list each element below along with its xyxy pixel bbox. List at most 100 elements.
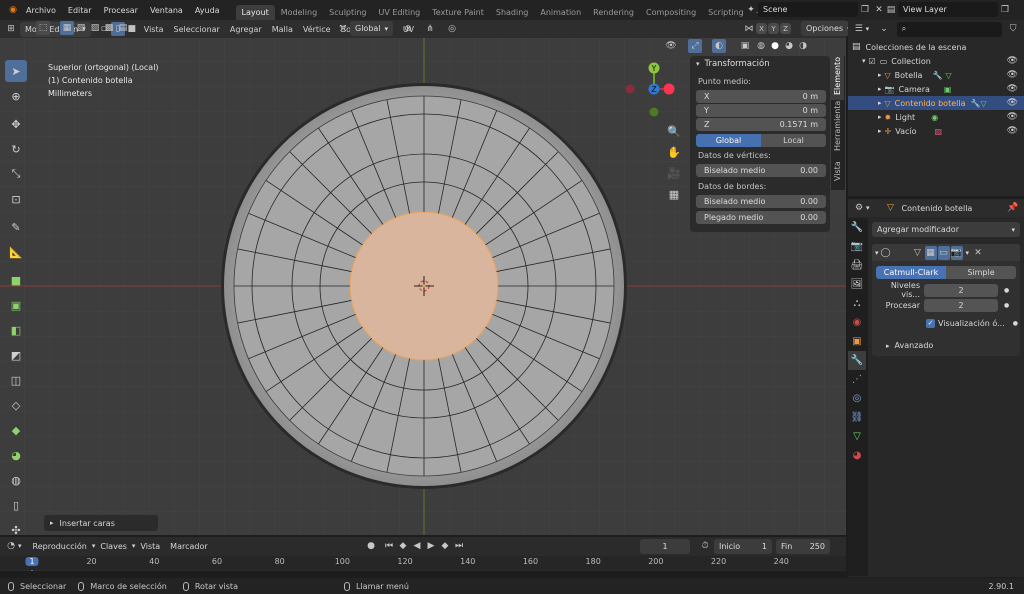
jump-end-icon[interactable]: ⏭ (452, 539, 466, 553)
tab-texture-paint[interactable]: Texture Paint (426, 5, 490, 20)
keyframe-dot-icon[interactable]: ● (1004, 287, 1009, 294)
wireframe-shading-icon[interactable]: ◍ (754, 39, 768, 53)
play-icon[interactable]: ▶ (424, 539, 438, 553)
tab-shading[interactable]: Shading (490, 5, 535, 20)
menu-ventana[interactable]: Ventana (144, 6, 189, 15)
view-layer-tab-icon[interactable]: 🖼 (848, 275, 866, 294)
menu-vertice[interactable]: Vértice (298, 25, 336, 34)
outliner-item-camera[interactable]: ▸ 📷 Camera ▣ 👁 (848, 82, 1024, 96)
navigation-gizmo[interactable]: Y Z (624, 58, 684, 122)
spin-tool-icon[interactable]: ◕ (5, 444, 27, 466)
proportional-edit-icon[interactable]: ◎ (445, 22, 459, 36)
new-scene-icon[interactable]: ❐ (858, 3, 872, 17)
tab-rendering[interactable]: Rendering (587, 5, 640, 20)
menu-agregar[interactable]: Agregar (225, 25, 267, 34)
tab-animation[interactable]: Animation (534, 5, 587, 20)
prev-keyframe-icon[interactable]: ◆ (396, 539, 410, 553)
tab-layout[interactable]: Layout (235, 5, 275, 20)
mirror-z-button[interactable]: Z (780, 23, 791, 34)
end-frame-field[interactable]: Fin 250 (776, 538, 830, 554)
select-box-icon[interactable]: ⬚ (36, 21, 50, 35)
object-tab-icon[interactable]: ▣ (848, 332, 866, 351)
cursor-tool-icon[interactable]: ⊕ (5, 85, 27, 107)
tab-herramienta[interactable]: Herramienta (831, 100, 844, 156)
world-tab-icon[interactable]: ◉ (848, 313, 866, 332)
data-tab-icon[interactable]: ▽ (848, 427, 866, 446)
blender-logo-icon[interactable]: ◉ (6, 3, 20, 17)
select-invert-icon[interactable]: ▩ (102, 21, 116, 35)
outliner-filter-icon[interactable]: ⛉ (1006, 22, 1020, 36)
outliner-collection[interactable]: ▾ ☑ ▭ Collection 👁 (848, 54, 1024, 68)
simple-toggle[interactable]: Simple (946, 266, 1016, 279)
annotate-tool-icon[interactable]: ✎ (5, 216, 27, 238)
select-extend-icon[interactable]: ▧ (74, 21, 88, 35)
gizmo-x-handle[interactable] (663, 83, 675, 95)
orientation-selector[interactable]: Global ▾ (350, 21, 394, 36)
scene-icon[interactable]: ✦ (744, 3, 758, 17)
new-view-layer-icon[interactable]: ❐ (998, 3, 1012, 17)
mirror-icon[interactable]: ⋈ (742, 22, 756, 36)
add-cube-tool-icon[interactable]: ■ (5, 269, 27, 291)
overlay-toggle-icon[interactable]: ◐ (712, 39, 726, 53)
eye-icon[interactable]: 👁 (1007, 98, 1018, 108)
visibility-icon[interactable]: 👁 (664, 39, 678, 53)
scene-field[interactable]: Scene (758, 2, 858, 17)
keyframe-dot-icon[interactable]: ● (1004, 302, 1009, 309)
menu-archivo[interactable]: Archivo (20, 6, 62, 15)
measure-tool-icon[interactable]: 📐 (5, 241, 27, 263)
eye-icon[interactable]: 👁 (1007, 70, 1018, 80)
gizmo-neg-x-handle[interactable] (625, 84, 635, 94)
select-tool-icon[interactable]: ➤ (5, 60, 27, 82)
poly-build-tool-icon[interactable]: ◆ (5, 419, 27, 441)
play-reverse-icon[interactable]: ◀ (410, 539, 424, 553)
levels-viewport-field[interactable]: 2 (924, 283, 998, 297)
tab-scripting[interactable]: Scripting (702, 5, 750, 20)
tab-sculpting[interactable]: Sculpting (323, 5, 372, 20)
pivot-icon[interactable]: ⊗ (401, 22, 415, 36)
smooth-tool-icon[interactable]: ◍ (5, 469, 27, 491)
outliner-search-input[interactable]: ⌕ (896, 21, 1003, 37)
median-x-field[interactable]: X 0 m (696, 90, 826, 103)
pan-hand-icon[interactable]: ✋ (665, 143, 683, 161)
on-cage-icon[interactable]: ▦ (924, 245, 937, 260)
add-modifier-dropdown[interactable]: Agregar modificador ▾ (872, 222, 1020, 237)
record-icon[interactable]: ● (364, 539, 378, 553)
ortho-toggle-icon[interactable]: ▦ (665, 185, 683, 203)
orientation-icon[interactable]: ⤧ (336, 22, 350, 36)
tab-vista[interactable]: Vista (831, 156, 844, 186)
menu-editar[interactable]: Editar (62, 6, 98, 15)
eye-icon[interactable]: 👁 (1007, 126, 1018, 136)
eye-icon[interactable]: 👁 (1007, 112, 1018, 122)
transform-tool-icon[interactable]: ⊡ (5, 188, 27, 210)
select-new-icon[interactable]: ▦ (60, 21, 74, 35)
tab-uv-editing[interactable]: UV Editing (373, 5, 427, 20)
menu-claves[interactable]: Claves (95, 542, 132, 551)
camera-view-icon[interactable]: 🎥 (665, 164, 683, 182)
next-keyframe-icon[interactable]: ◆ (438, 539, 452, 553)
menu-ayuda[interactable]: Ayuda (189, 6, 226, 15)
start-frame-field[interactable]: Inicio 1 (714, 538, 772, 554)
menu-vista-timeline[interactable]: Vista (135, 542, 165, 551)
rotate-tool-icon[interactable]: ↻ (5, 138, 27, 160)
properties-editor-icon[interactable]: ⚙ (852, 201, 866, 215)
median-y-field[interactable]: Y 0 m (696, 104, 826, 117)
particles-tab-icon[interactable]: ⋰ (848, 370, 866, 389)
keyframe-dot-icon[interactable]: ● (1013, 320, 1018, 327)
close-icon[interactable]: ✕ (971, 246, 985, 260)
eye-icon[interactable]: 👁 (1007, 84, 1018, 94)
timeline-ruler[interactable]: 1 20 40 60 80 100 120 140 160 180 200 220 240 (0, 556, 846, 576)
menu-reproduccion[interactable]: Reproducción (28, 542, 92, 551)
xray-icon[interactable]: ▣ (738, 39, 752, 53)
menu-malla[interactable]: Malla (267, 25, 298, 34)
outliner-item-contenido-botella[interactable]: ▸ ▽ Contenido botella 🔧 ▽ 👁 (848, 96, 1024, 110)
eye-icon[interactable]: 👁 (1007, 56, 1018, 66)
extrude-tool-icon[interactable]: ▣ (5, 294, 27, 316)
editor-type-icon[interactable]: ⊞ (4, 22, 18, 36)
gizmo-neg-y-handle[interactable] (649, 107, 659, 117)
scene-tab-icon[interactable]: ⛬ (848, 294, 866, 313)
edit-mode-icon[interactable]: ▽ (911, 246, 925, 260)
viewport-display-icon[interactable]: ▭ (937, 245, 950, 260)
inset-tool-icon[interactable]: ◧ (5, 319, 27, 341)
edge-slide-tool-icon[interactable]: ▯ (5, 494, 27, 516)
checkbox-icon[interactable]: ✓ (926, 319, 935, 328)
